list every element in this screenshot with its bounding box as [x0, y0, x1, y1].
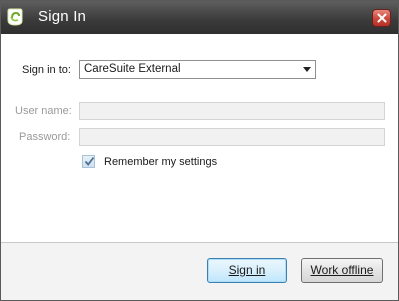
username-field[interactable] [79, 102, 385, 120]
sign-in-to-value: CareSuite External [84, 63, 181, 75]
window-title: Sign In [38, 8, 87, 25]
checkmark-icon [84, 156, 95, 166]
remember-settings-label: Remember my settings [104, 156, 218, 168]
work-offline-button[interactable]: Work offline [301, 258, 383, 283]
title-bar[interactable]: Sign In [1, 1, 398, 34]
caresuite-logo-icon [7, 8, 23, 26]
chevron-down-icon [303, 67, 311, 72]
sign-in-dialog: Sign In Sign in to: CareSuite External U… [0, 0, 399, 301]
sign-in-button-label: Sign in [228, 263, 266, 277]
password-label: Password: [19, 131, 71, 143]
sign-in-to-select[interactable]: CareSuite External [79, 60, 316, 79]
sign-in-button[interactable]: Sign in [207, 258, 287, 283]
username-label: User name: [15, 105, 72, 117]
close-button[interactable] [372, 9, 391, 27]
work-offline-button-label: Work offline [310, 263, 374, 277]
remember-settings-checkbox[interactable] [82, 155, 95, 168]
close-icon [377, 13, 387, 23]
password-field[interactable] [79, 128, 385, 146]
sign-in-to-label: Sign in to: [22, 64, 71, 76]
